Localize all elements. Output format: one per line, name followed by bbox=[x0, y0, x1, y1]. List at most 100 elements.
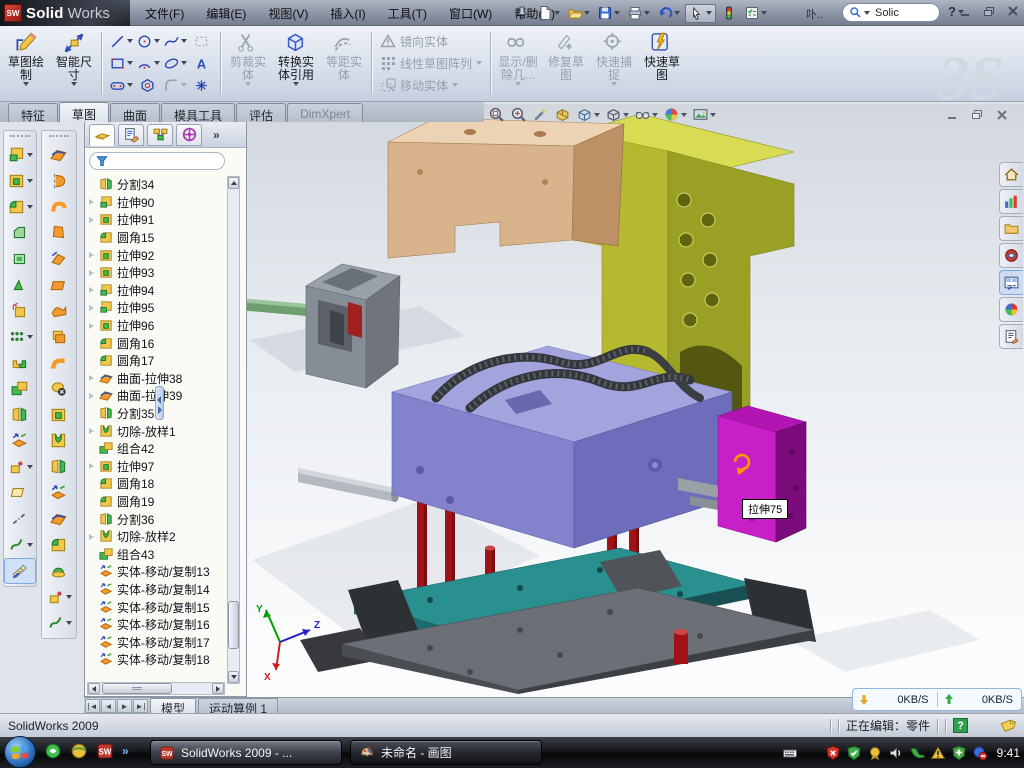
tree-item[interactable]: 切除-放样2 bbox=[87, 528, 227, 546]
dome-tool-button[interactable] bbox=[42, 558, 76, 584]
display-style-button[interactable] bbox=[605, 106, 629, 123]
dropdown-arrow-icon[interactable] bbox=[181, 39, 187, 43]
dropdown-arrow-icon[interactable] bbox=[245, 82, 251, 86]
tree-item[interactable]: 拉伸91 bbox=[87, 211, 227, 229]
model-tab-运动算例 1[interactable]: 运动算例 1 bbox=[198, 698, 278, 713]
tab-nav-next-button[interactable]: ► bbox=[117, 699, 132, 713]
tree-item[interactable]: 圆角18 bbox=[87, 475, 227, 493]
taskbar-window-solidworks[interactable]: SWSolidWorks 2009 - ... bbox=[150, 740, 342, 765]
boundary-surface-tool-button[interactable] bbox=[42, 246, 76, 272]
doc-close-button[interactable] bbox=[994, 108, 1010, 122]
badge-gold-icon[interactable] bbox=[867, 745, 883, 761]
graphics-viewport[interactable]: Y Z X bbox=[247, 104, 1024, 697]
taskpane-tab-file-explorer[interactable] bbox=[999, 270, 1023, 295]
tree-item[interactable]: 实体-移动/复制15 bbox=[87, 598, 227, 616]
quick-launch-overflow[interactable]: » bbox=[122, 744, 129, 758]
revolve-surface-tool-button[interactable] bbox=[42, 168, 76, 194]
shield-red-icon[interactable] bbox=[825, 745, 841, 761]
restore-button[interactable] bbox=[980, 3, 998, 19]
dropdown-arrow-icon[interactable] bbox=[66, 595, 72, 599]
dropdown-arrow-icon[interactable] bbox=[584, 11, 590, 15]
close-button[interactable] bbox=[1004, 3, 1022, 19]
tree-item[interactable]: 分割36 bbox=[87, 510, 227, 528]
undo-icon[interactable] bbox=[657, 5, 673, 21]
dropdown-arrow-icon[interactable] bbox=[127, 39, 133, 43]
scene-button[interactable] bbox=[692, 106, 716, 123]
taskpane-tab-custom-properties[interactable] bbox=[999, 324, 1023, 349]
doc-restore-button[interactable] bbox=[969, 108, 985, 122]
dropdown-arrow-icon[interactable] bbox=[594, 113, 600, 117]
tab-nav-first-button[interactable]: |◄ bbox=[85, 699, 100, 713]
scroll-thumb[interactable] bbox=[228, 601, 239, 649]
tab-DimXpert[interactable]: DimXpert bbox=[287, 103, 363, 122]
tree-item[interactable]: 实体-移动/复制17 bbox=[87, 633, 227, 651]
print-icon[interactable] bbox=[627, 5, 643, 21]
sketch-line-button[interactable] bbox=[107, 30, 134, 52]
panel-tabs-overflow[interactable]: » bbox=[213, 128, 220, 142]
view-orientation-button[interactable] bbox=[576, 106, 600, 123]
keyboard-icon[interactable] bbox=[782, 745, 798, 761]
panel-tab-configuration-manager[interactable] bbox=[147, 124, 173, 146]
cmd-rapid-sketch-button[interactable]: 快速草 图 bbox=[638, 28, 686, 98]
loft-surface-tool-button[interactable] bbox=[42, 220, 76, 246]
ref-plane-tool-button[interactable] bbox=[4, 480, 36, 506]
tag-icon[interactable] bbox=[1000, 719, 1016, 733]
sketch-arc-button[interactable] bbox=[134, 52, 161, 74]
search-dropdown-icon[interactable] bbox=[864, 11, 870, 15]
expand-arrow-icon[interactable] bbox=[87, 305, 96, 311]
tab-草图[interactable]: 草图 bbox=[59, 102, 109, 122]
dropdown-arrow-icon[interactable] bbox=[652, 113, 658, 117]
delete-face-tool-button[interactable] bbox=[42, 376, 76, 402]
tab-评估[interactable]: 评估 bbox=[236, 103, 286, 122]
move-copy-tool-button[interactable] bbox=[42, 480, 76, 506]
cmd-smart-dimension-button[interactable]: 智能尺 寸 bbox=[50, 28, 98, 98]
open-folder-icon[interactable] bbox=[567, 5, 583, 21]
tree-item[interactable]: 切除-放样1 bbox=[87, 422, 227, 440]
dropdown-arrow-icon[interactable] bbox=[293, 82, 299, 86]
tree-item[interactable]: 实体-移动/复制13 bbox=[87, 563, 227, 581]
menu-1[interactable]: 文件(F) bbox=[134, 0, 195, 27]
dropdown-arrow-icon[interactable] bbox=[66, 621, 72, 625]
split-tool-button[interactable] bbox=[4, 402, 36, 428]
draft-tool-button[interactable] bbox=[4, 298, 36, 324]
tab-nav-prev-button[interactable]: ◄ bbox=[101, 699, 116, 713]
sweep-surface-tool-button[interactable] bbox=[42, 194, 76, 220]
dropdown-arrow-icon[interactable] bbox=[710, 113, 716, 117]
expand-arrow-icon[interactable] bbox=[87, 534, 96, 540]
scroll-right-button[interactable] bbox=[212, 683, 224, 694]
sketch-circle-button[interactable] bbox=[134, 30, 161, 52]
dropdown-arrow-icon[interactable] bbox=[761, 11, 767, 15]
dropdown-arrow-icon[interactable] bbox=[623, 113, 629, 117]
zoom-fit-button[interactable] bbox=[488, 106, 505, 123]
tree-item[interactable]: 圆角16 bbox=[87, 334, 227, 352]
part-magenta-block[interactable] bbox=[718, 406, 806, 542]
planar-surface-tool-button[interactable] bbox=[42, 272, 76, 298]
freeform-tool-button[interactable] bbox=[42, 298, 76, 324]
quick-tips-badge[interactable]: ? bbox=[953, 718, 968, 733]
dropdown-arrow-icon[interactable] bbox=[127, 83, 133, 87]
dropdown-arrow-icon[interactable] bbox=[476, 61, 482, 65]
split-tool-button[interactable] bbox=[42, 454, 76, 480]
tree-item[interactable]: 实体-移动/复制18 bbox=[87, 651, 227, 669]
zoom-area-button[interactable] bbox=[510, 106, 527, 123]
menu-3[interactable]: 视图(V) bbox=[257, 0, 319, 27]
dropdown-arrow-icon[interactable] bbox=[27, 543, 33, 547]
combine-tool-button[interactable] bbox=[4, 376, 36, 402]
shell-tool-button[interactable] bbox=[4, 246, 36, 272]
expand-arrow-icon[interactable] bbox=[87, 375, 96, 381]
shield-plus-icon[interactable] bbox=[951, 745, 967, 761]
ball-yellow-icon[interactable] bbox=[70, 742, 88, 760]
traffic-light-icon[interactable] bbox=[721, 5, 737, 21]
dropdown-arrow-icon[interactable] bbox=[181, 83, 187, 87]
curve-tool-button[interactable] bbox=[4, 532, 36, 558]
dropdown-arrow-icon[interactable] bbox=[27, 153, 33, 157]
circle-blue-red-icon[interactable] bbox=[972, 745, 988, 761]
panel-tab-dimxpert-manager[interactable] bbox=[176, 124, 202, 146]
menu-5[interactable]: 工具(T) bbox=[377, 0, 438, 27]
sketch-ellipse-button[interactable] bbox=[161, 52, 188, 74]
expand-arrow-icon[interactable] bbox=[87, 323, 96, 329]
menu-6[interactable]: 窗口(W) bbox=[438, 0, 503, 27]
panel-tab-property-manager[interactable] bbox=[118, 124, 144, 146]
taskbar-window-paint[interactable]: 未命名 - 画图 bbox=[350, 740, 542, 765]
tree-horizontal-scrollbar[interactable] bbox=[87, 682, 225, 695]
